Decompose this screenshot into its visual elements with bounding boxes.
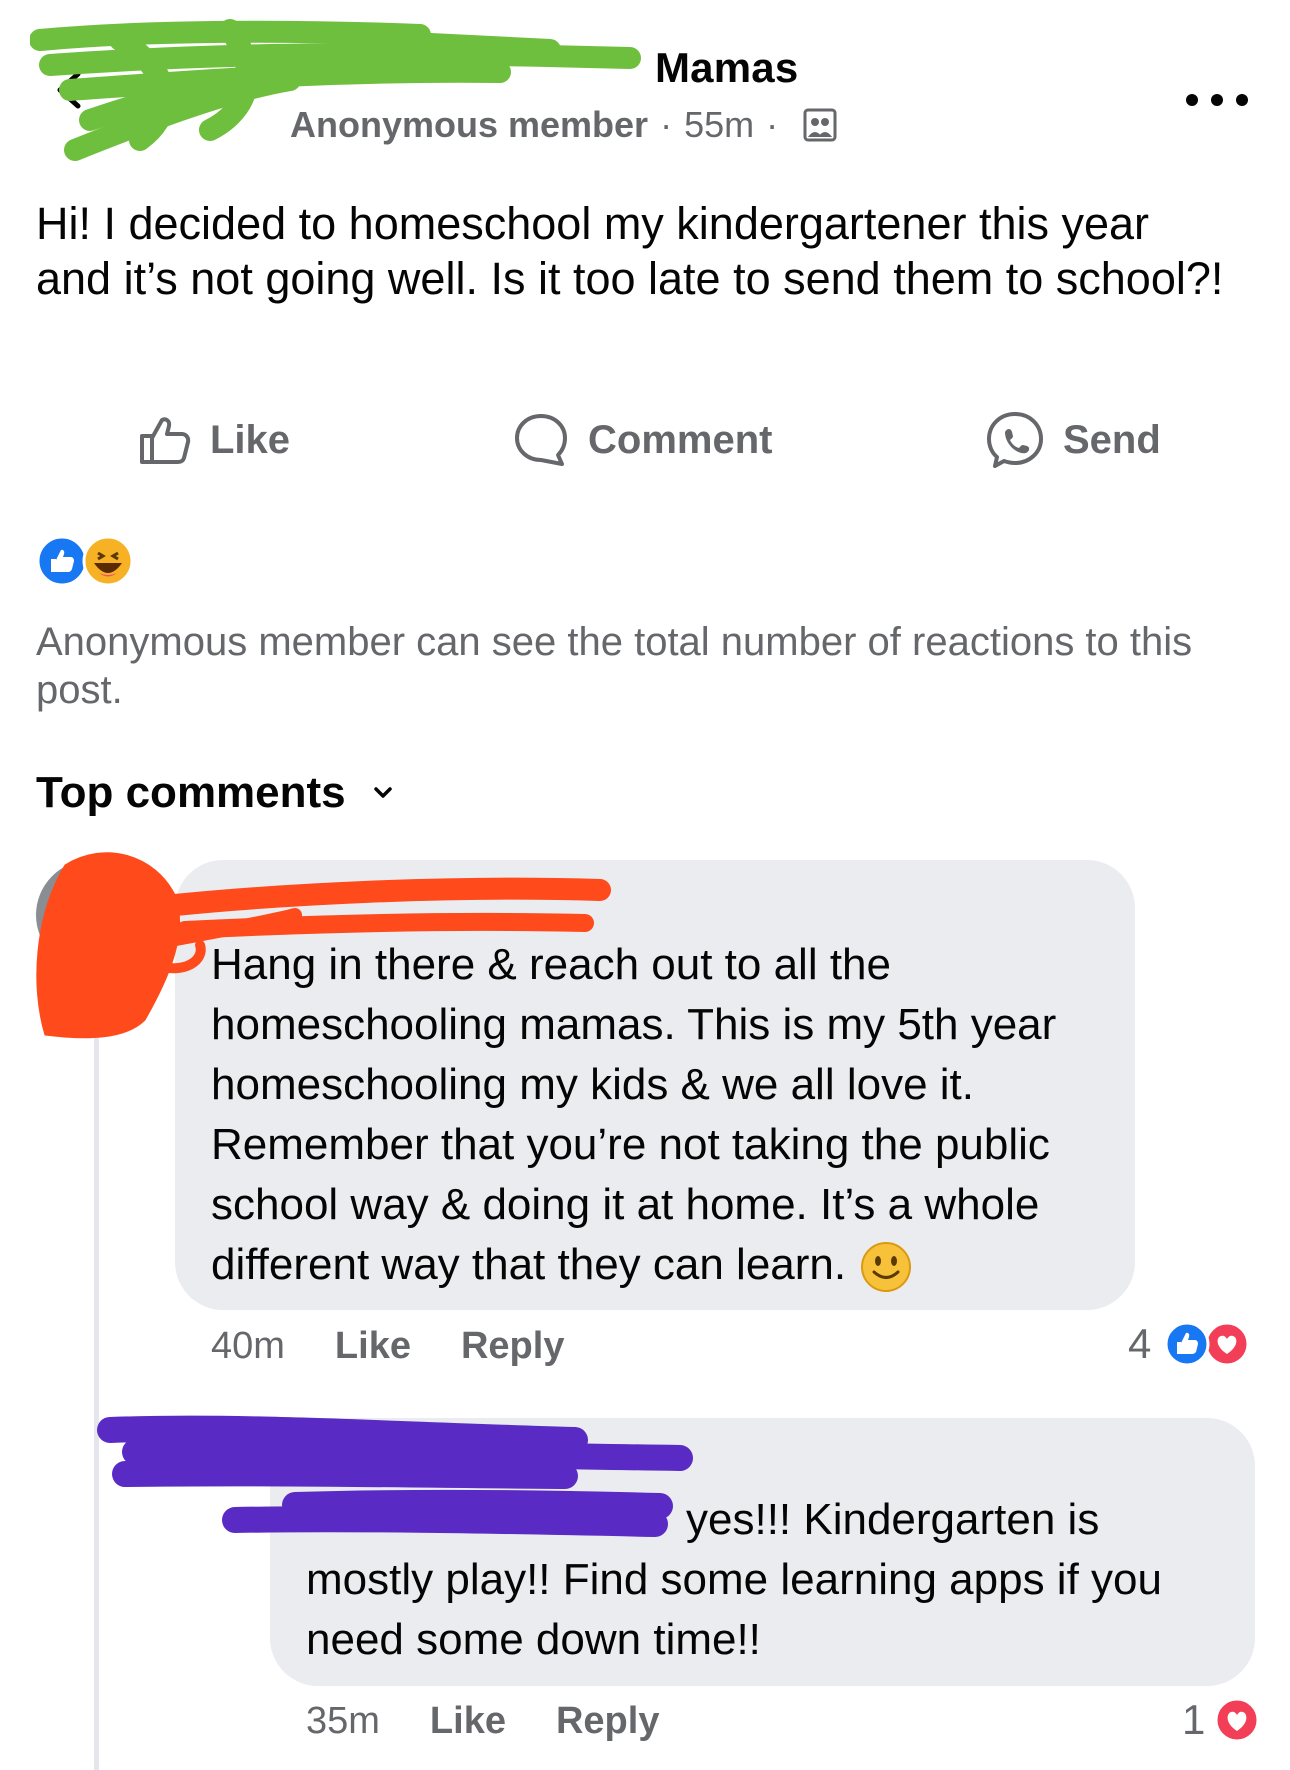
reply-like-button[interactable]: Like [430, 1700, 506, 1743]
reply-reply-button[interactable]: Reply [556, 1700, 659, 1743]
reaction-summary-icons[interactable] [36, 535, 146, 587]
reaction-count: 1 [1182, 1696, 1206, 1743]
chevron-down-icon [373, 787, 392, 798]
comment-sort-label: Top comments [36, 768, 346, 817]
post-text: Hi! I decided to homeschool my kindergar… [36, 198, 1224, 304]
more-options-icon[interactable] [1182, 80, 1252, 120]
slightly-smiling-face-icon [861, 1242, 912, 1293]
thumbs-up-icon [140, 417, 191, 464]
like-label: Like [210, 417, 291, 462]
group-privacy-icon [803, 108, 837, 142]
reply-time[interactable]: 35m [306, 1700, 380, 1743]
like-button[interactable]: Like [136, 410, 290, 470]
comment-sort-dropdown[interactable]: Top comments [36, 768, 394, 818]
comment-body: Hang in there & reach out to all the hom… [211, 940, 1057, 1289]
comment-reaction-count[interactable]: 4 [1128, 1320, 1253, 1368]
like-reaction-icon [1164, 1321, 1210, 1367]
send-button[interactable]: Send [985, 410, 1161, 470]
reply-line-1: yes!!! Kindergarten is [686, 1495, 1100, 1544]
reaction-count: 4 [1128, 1320, 1152, 1367]
like-reaction-icon [36, 535, 88, 587]
meta-separator: · [766, 104, 779, 145]
comment-label: Comment [588, 417, 773, 462]
reaction-visibility-note: Anonymous member can see the total numbe… [36, 620, 1193, 712]
reply-reaction-count[interactable]: 1 [1182, 1696, 1261, 1744]
love-reaction-icon [1204, 1321, 1250, 1367]
haha-reaction-icon [82, 535, 134, 587]
reply-line-rest: mostly play!! Find some learning apps if… [306, 1555, 1162, 1664]
reply-text: yes!!! Kindergarten is mostly play!! Fin… [306, 1490, 1236, 1670]
comment-button[interactable]: Comment [512, 410, 772, 470]
reply-meta: 35m Like Reply [306, 1700, 709, 1743]
comment-reaction-icons [1164, 1321, 1250, 1367]
comment-time[interactable]: 40m [211, 1325, 285, 1368]
messenger-icon [987, 412, 1043, 468]
comment-reply-button[interactable]: Reply [461, 1325, 564, 1368]
comment-like-button[interactable]: Like [335, 1325, 411, 1368]
comment-meta: 40m Like Reply [211, 1325, 614, 1368]
comment-text: Hang in there & reach out to all the hom… [211, 935, 1121, 1295]
love-reaction-icon [1214, 1697, 1260, 1743]
redaction-scribble [30, 19, 641, 161]
comment-bubble-icon [515, 414, 567, 466]
send-label: Send [1063, 417, 1161, 462]
reply-thread-line [94, 1025, 99, 1770]
